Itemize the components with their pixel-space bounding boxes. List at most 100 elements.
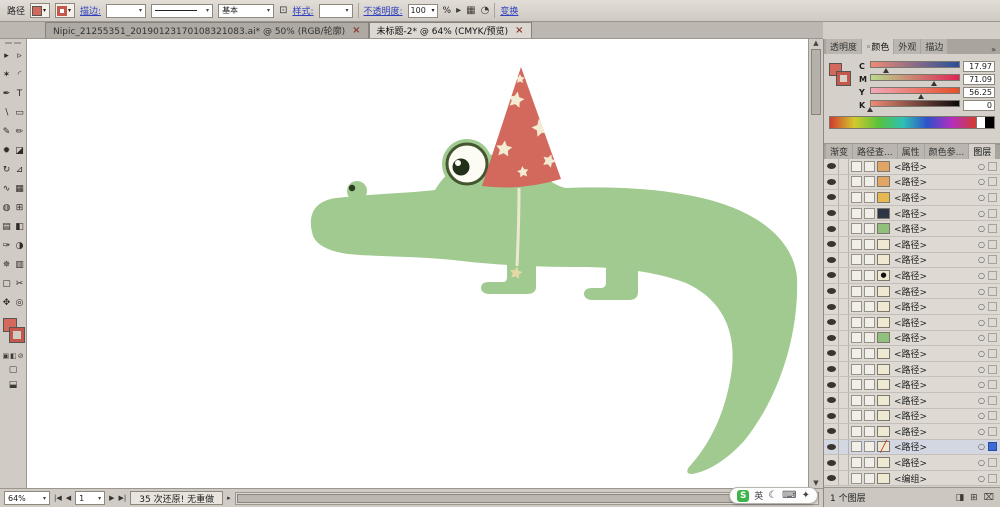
sogou-logo-icon[interactable]: S	[737, 490, 749, 502]
blob-brush-tool[interactable]: ✹	[0, 141, 13, 160]
layer-row[interactable]: <路径>○	[824, 315, 1000, 331]
artboard-tool[interactable]: ▢	[0, 274, 13, 293]
last-page-button[interactable]: ▶|	[119, 494, 127, 502]
selection-indicator[interactable]	[988, 162, 997, 171]
layer-row[interactable]: <路径>○	[824, 331, 1000, 347]
hand-tool[interactable]: ✥	[0, 293, 13, 312]
layer-name[interactable]: <路径>	[894, 316, 978, 329]
layer-name[interactable]: <路径>	[894, 440, 978, 453]
fill-stroke-swatches[interactable]	[0, 318, 27, 348]
recolor-artwork-icon[interactable]: ▦	[466, 5, 475, 16]
visibility-toggle[interactable]	[824, 221, 839, 236]
visibility-toggle[interactable]	[824, 424, 839, 439]
target-circle-icon[interactable]: ○	[978, 224, 985, 233]
layer-row[interactable]: ╱<路径>○	[824, 440, 1000, 456]
slice-tool[interactable]: ✂	[13, 274, 26, 293]
panel-tab-mid-1[interactable]: 渐变	[826, 144, 852, 159]
target-circle-icon[interactable]: ○	[978, 255, 985, 264]
layer-name[interactable]: <路径>	[894, 456, 978, 469]
document-tab-1[interactable]: Nipic_21255351_20190123170108321083.ai* …	[45, 22, 369, 38]
horizontal-scroll-thumb[interactable]	[237, 494, 796, 503]
layer-row[interactable]: ●<路径>○	[824, 268, 1000, 284]
first-page-button[interactable]: |◀	[54, 494, 62, 502]
target-circle-icon[interactable]: ○	[978, 177, 985, 186]
opacity-panel-link[interactable]: 不透明度:	[364, 4, 403, 17]
selection-indicator[interactable]	[988, 333, 997, 342]
lock-toggle[interactable]	[839, 284, 849, 299]
stroke-color-dropdown[interactable]: ▾	[55, 3, 75, 18]
selection-indicator[interactable]	[988, 271, 997, 280]
selection-indicator[interactable]	[988, 209, 997, 218]
lock-toggle[interactable]	[839, 221, 849, 236]
target-circle-icon[interactable]: ○	[978, 209, 985, 218]
lock-toggle[interactable]	[839, 206, 849, 221]
spectrum-ramp[interactable]	[830, 117, 976, 128]
channel-value-input[interactable]: 0	[963, 100, 995, 111]
transform-panel-link[interactable]: 变换	[500, 4, 518, 17]
layer-name[interactable]: <路径>	[894, 207, 978, 220]
lock-toggle[interactable]	[839, 331, 849, 346]
scroll-up-icon[interactable]: ▲	[809, 39, 823, 47]
style-select[interactable]: ▾	[319, 4, 353, 18]
layer-name[interactable]: <路径>	[894, 347, 978, 360]
visibility-toggle[interactable]	[824, 409, 839, 424]
channel-slider[interactable]	[870, 86, 960, 99]
gradient-tool[interactable]: ◧	[13, 217, 26, 236]
panel-tab-top-3[interactable]: 外观	[894, 39, 920, 54]
color-mode-button[interactable]: ▣	[2, 352, 9, 360]
layer-name[interactable]: <路径>	[894, 191, 978, 204]
visibility-toggle[interactable]	[824, 237, 839, 252]
lock-toggle[interactable]	[839, 237, 849, 252]
color-spectrum[interactable]	[829, 116, 995, 129]
style-panel-link[interactable]: 样式:	[292, 4, 313, 17]
layer-name[interactable]: <路径>	[894, 285, 978, 298]
blend-tool[interactable]: ◑	[13, 236, 26, 255]
lock-toggle[interactable]	[839, 253, 849, 268]
visibility-toggle[interactable]	[824, 206, 839, 221]
visibility-toggle[interactable]	[824, 268, 839, 283]
selection-indicator[interactable]	[988, 224, 997, 233]
panel-tab-top-4[interactable]: 描边	[921, 39, 947, 54]
pencil-tool[interactable]: ✏	[13, 122, 26, 141]
zoom-select[interactable]: 64% ▾	[4, 491, 50, 505]
width-tool-tool[interactable]: ∿	[0, 179, 13, 198]
selection-indicator[interactable]	[988, 349, 997, 358]
layer-row[interactable]: <路径>○	[824, 409, 1000, 425]
ime-language-toggle[interactable]: 英	[754, 489, 763, 502]
width-profile-select[interactable]: ▾	[151, 4, 213, 18]
layer-name[interactable]: <路径>	[894, 269, 978, 282]
panel-tab-mid-2[interactable]: 路径查...	[853, 144, 897, 159]
channel-value-input[interactable]: 71.09	[963, 74, 995, 85]
layer-row[interactable]: <路径>○	[824, 206, 1000, 222]
make-mask-icon[interactable]: ◨	[956, 493, 965, 503]
rotate-tool[interactable]: ↻	[0, 160, 13, 179]
spectrum-white-swatch[interactable]	[976, 117, 985, 128]
gradient-mode-button[interactable]: ◧	[10, 352, 17, 360]
lock-toggle[interactable]	[839, 362, 849, 377]
keyboard-icon[interactable]: ⌨	[782, 490, 796, 501]
document-tab-2[interactable]: 未标题-2* @ 64% (CMYK/预览)×	[369, 22, 532, 38]
visibility-toggle[interactable]	[824, 393, 839, 408]
color-fill-stroke[interactable]	[829, 63, 855, 91]
mesh-tool[interactable]: ▤	[0, 217, 13, 236]
isolate-icon[interactable]: ◔	[481, 5, 490, 16]
lock-toggle[interactable]	[839, 393, 849, 408]
lock-toggle[interactable]	[839, 440, 849, 455]
canvas[interactable]	[27, 39, 808, 488]
layer-row[interactable]: <路径>○	[824, 346, 1000, 362]
perspective-grid-tool[interactable]: ⊞	[13, 198, 26, 217]
layer-row[interactable]: <路径>○	[824, 237, 1000, 253]
lock-toggle[interactable]	[839, 455, 849, 470]
selection-indicator[interactable]	[988, 458, 997, 467]
layer-row[interactable]: <编组>○	[824, 471, 1000, 487]
selection-indicator[interactable]	[988, 427, 997, 436]
layer-row[interactable]: <路径>○	[824, 284, 1000, 300]
layer-name[interactable]: <路径>	[894, 160, 978, 173]
lock-toggle[interactable]	[839, 424, 849, 439]
layer-row[interactable]: <路径>○	[824, 362, 1000, 378]
selection-indicator[interactable]	[988, 365, 997, 374]
scroll-down-icon[interactable]: ▼	[809, 479, 823, 487]
target-circle-icon[interactable]: ○	[978, 287, 985, 296]
magic-wand-tool[interactable]: ✶	[0, 65, 13, 84]
eraser-tool[interactable]: ◪	[13, 141, 26, 160]
